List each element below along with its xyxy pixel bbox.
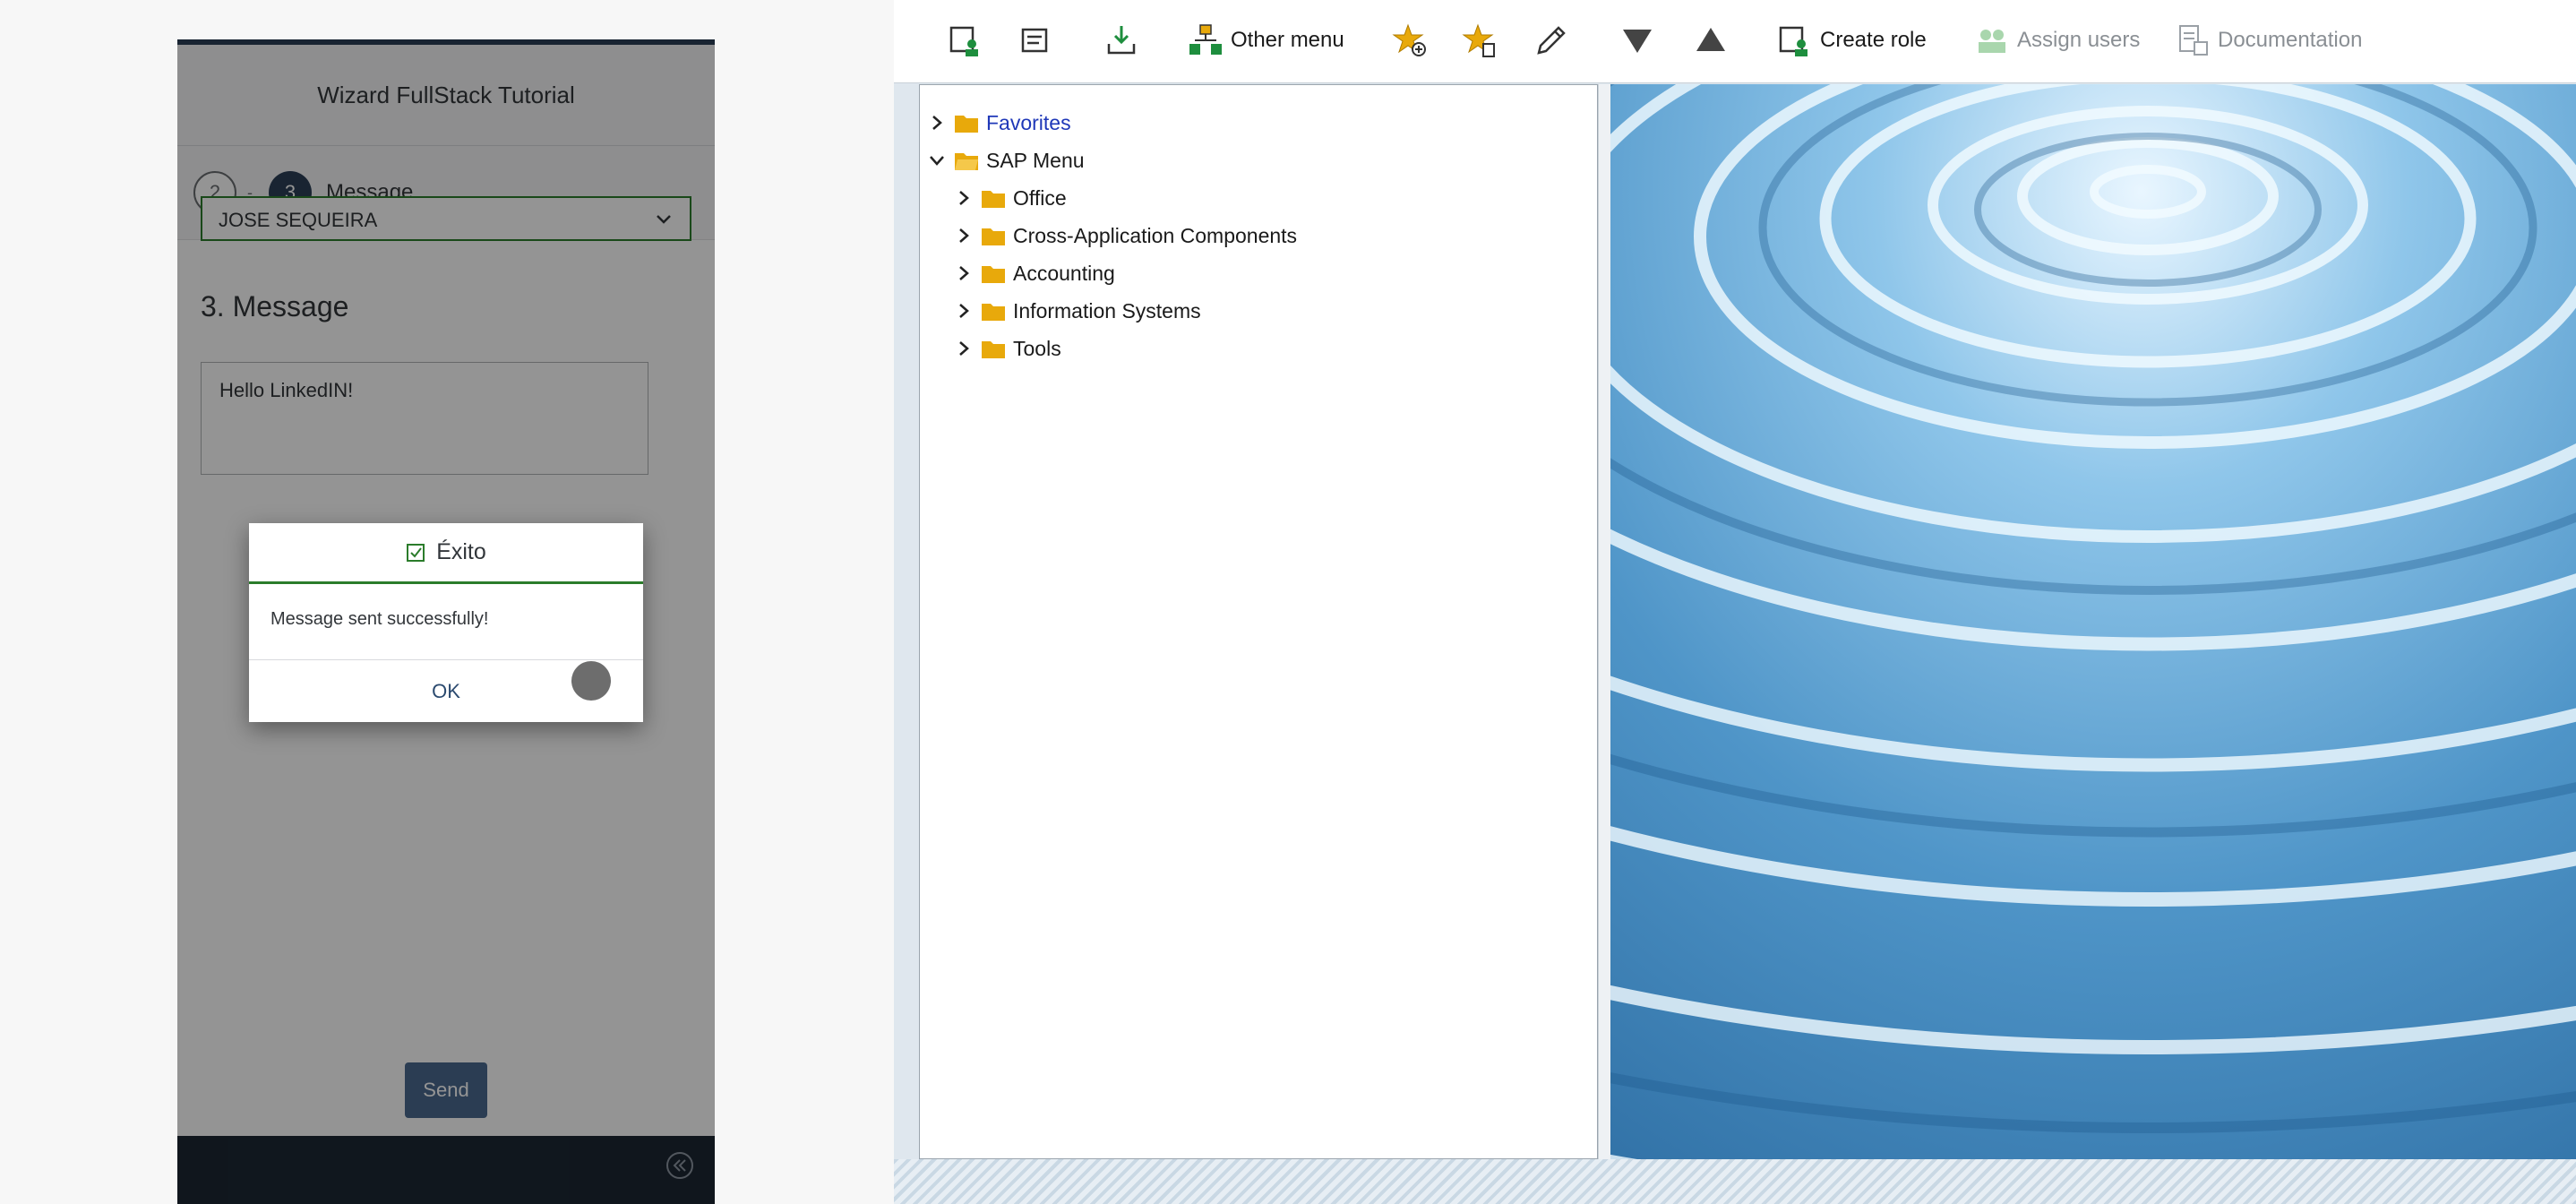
left-pane: Wizard FullStack Tutorial 2 - 3 Message … (0, 0, 894, 1204)
folder-icon (982, 228, 1005, 245)
documentation-label: Documentation (2218, 28, 2363, 52)
hierarchy-icon (1189, 24, 1222, 55)
tree-node-label: Cross-Application Components (1013, 223, 1298, 247)
tree-node-accounting[interactable]: Accounting (956, 255, 1115, 291)
folder-icon (982, 341, 1005, 358)
open-folder-icon (955, 153, 978, 170)
dialog-header: Éxito (249, 523, 643, 584)
menu-edit-icon (1021, 28, 1048, 53)
move-up-button[interactable] (1693, 20, 1729, 61)
users-icon (1979, 30, 2005, 53)
wizard-app: Wizard FullStack Tutorial 2 - 3 Message … (177, 39, 715, 1204)
create-role-button[interactable]: Create role (1777, 20, 1927, 61)
expand-arrow-icon[interactable] (956, 340, 972, 357)
folder-icon (982, 191, 1005, 208)
tree-node-label: Tools (1013, 336, 1061, 360)
other-menu-button[interactable]: Other menu (1188, 20, 1344, 61)
tree-node-sap-menu[interactable]: SAP Menu (929, 142, 1085, 178)
expand-arrow-icon[interactable] (929, 115, 945, 131)
delete-favorite-button[interactable] (1462, 20, 1498, 61)
folder-icon (955, 116, 978, 133)
assign-users-button[interactable]: Assign users (1974, 20, 2140, 61)
create-role-label: Create role (1820, 28, 1927, 52)
change-favorite-button[interactable] (1533, 20, 1569, 61)
star-delete-icon (1462, 23, 1495, 57)
user-menu-icon (949, 26, 978, 56)
sap-menu-button[interactable] (1019, 20, 1055, 61)
triangle-down-icon (1623, 30, 1652, 53)
folder-icon (982, 304, 1005, 321)
expand-arrow-icon[interactable] (956, 303, 972, 319)
tree-node-label: Office (1013, 185, 1067, 210)
dialog-message: Message sent successfully! (270, 609, 489, 629)
tree-node-label: Information Systems (1013, 298, 1201, 322)
success-check-icon (407, 543, 425, 562)
star-add-icon (1392, 23, 1426, 56)
pencil-icon (1537, 26, 1566, 55)
sap-menu-tree: Favorites SAP Menu Office Cross-Applicat… (919, 84, 1598, 1159)
tree-node-label: Favorites (986, 110, 1071, 134)
sap-toolbar: Other menu Create role Assign users Docu… (894, 0, 2576, 83)
move-down-button[interactable] (1619, 20, 1655, 61)
collapse-arrow-icon[interactable] (929, 152, 945, 168)
tree-node-cross-application[interactable]: Cross-Application Components (956, 218, 1297, 254)
download-button[interactable] (1103, 20, 1139, 61)
sap-window: Other menu Create role Assign users Docu… (894, 0, 2576, 1204)
triangle-up-icon (1696, 28, 1725, 51)
create-role-icon (1779, 26, 1807, 56)
folder-icon (982, 266, 1005, 283)
tree-node-information-systems[interactable]: Information Systems (956, 293, 1201, 329)
status-bar (894, 1159, 2576, 1204)
documentation-button[interactable]: Documentation (2175, 20, 2362, 61)
other-menu-label: Other menu (1231, 28, 1344, 52)
download-icon (1107, 26, 1136, 55)
tree-node-office[interactable]: Office (956, 180, 1067, 216)
tree-node-favorites[interactable]: Favorites (929, 105, 1071, 141)
pane-splitter[interactable] (1598, 84, 1611, 1159)
tree-node-label: Accounting (1013, 261, 1115, 285)
expand-arrow-icon[interactable] (956, 190, 972, 206)
water-ripple-image (1610, 84, 2576, 1159)
document-icon (2179, 25, 2208, 56)
tree-node-label: SAP Menu (986, 148, 1085, 172)
dialog-title: Éxito (436, 539, 486, 564)
assign-users-label: Assign users (2017, 28, 2141, 52)
user-menu-button[interactable] (948, 20, 983, 61)
add-favorite-button[interactable] (1392, 20, 1428, 61)
touch-cursor (571, 661, 611, 701)
easy-access-background-image (1610, 84, 2576, 1159)
expand-arrow-icon[interactable] (956, 228, 972, 244)
tree-node-tools[interactable]: Tools (956, 331, 1061, 366)
expand-arrow-icon[interactable] (956, 265, 972, 281)
